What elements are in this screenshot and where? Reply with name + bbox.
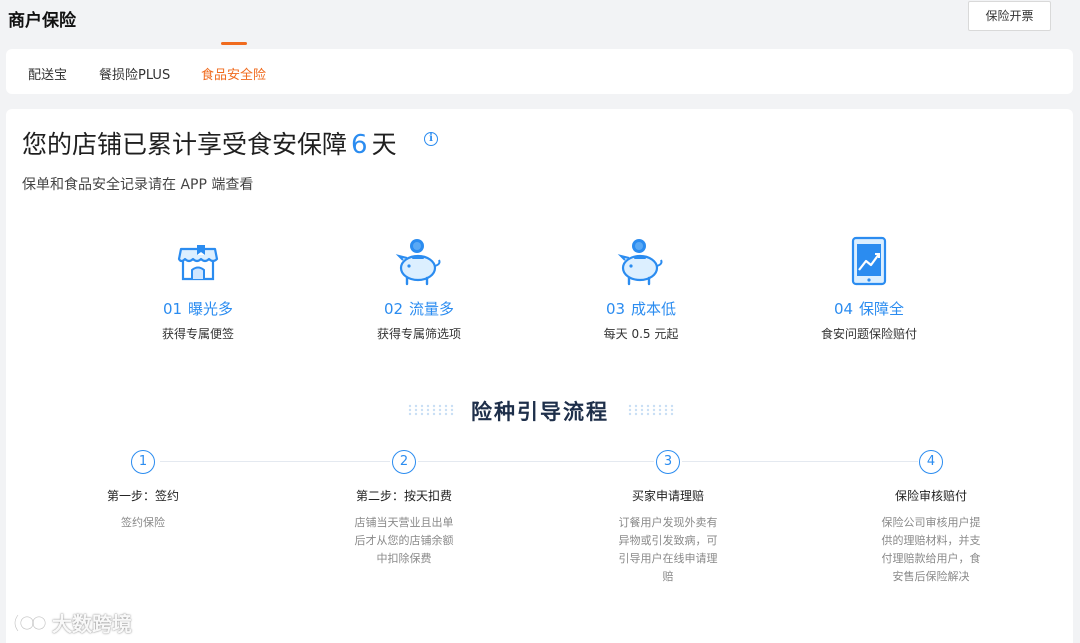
step-description: 签约保险 — [121, 516, 165, 529]
benefit-label: 保障全 — [859, 300, 905, 318]
tablet-chart-icon — [851, 236, 887, 286]
tab-meal-damage-plus[interactable]: 餐损险PLUS — [99, 64, 170, 83]
flow-step-2: 2 第二步：按天扣费 店铺当天营业且出单后才从您的店铺余额中扣除保费 — [314, 450, 494, 568]
step-title: 第二步：按天扣费 — [355, 489, 452, 503]
step-number: 2 — [392, 450, 416, 474]
protection-headline: 您的店铺已累计享受食安保障 6 天 — [22, 125, 397, 161]
app-hint: 保单和食品安全记录请在 APP 端查看 — [22, 177, 254, 193]
flow-step-1: 1 第一步：签约 签约保险 — [53, 450, 233, 532]
benefit-description: 食安问题保险赔付 — [820, 327, 917, 341]
tab-delivery-insurance[interactable]: 配送宝 — [28, 64, 67, 83]
benefit-number: 01 — [162, 300, 183, 318]
benefit-description: 每天 0.5 元起 — [603, 327, 679, 341]
tab-food-safety[interactable]: 食品安全险 — [201, 64, 266, 83]
insurance-invoice-button[interactable]: 保险开票 — [968, 1, 1051, 31]
benefit-description: 获得专属筛选项 — [376, 327, 461, 341]
step-title: 第一步：签约 — [106, 489, 179, 503]
flow-step-3: 3 买家申请理赔 订餐用户发现外卖有异物或引发致病，可引导用户在线申请理赔 — [578, 450, 758, 586]
step-number: 4 — [919, 450, 943, 474]
benefit-label: 流量多 — [409, 300, 455, 318]
benefit-title: 01 曝光多 — [98, 298, 298, 319]
benefit-title: 04 保障全 — [769, 298, 969, 319]
benefit-number: 02 — [383, 300, 404, 318]
piggy-bank-icon — [617, 239, 663, 286]
benefit-number: 03 — [605, 300, 626, 318]
benefit-low-cost: 03 成本低 每天 0.5 元起 — [541, 232, 741, 342]
headline-prefix: 您的店铺已累计享受食安保障 — [22, 130, 348, 159]
headline-suffix: 天 — [371, 130, 397, 159]
benefit-label: 成本低 — [631, 300, 677, 318]
step-title: 保险审核赔付 — [894, 489, 967, 503]
step-description: 订餐用户发现外卖有异物或引发致病，可引导用户在线申请理赔 — [618, 516, 718, 583]
benefit-label: 曝光多 — [188, 300, 234, 318]
shop-icon — [177, 245, 219, 281]
benefit-traffic: 02 流量多 获得专属筛选项 — [319, 232, 519, 342]
watermark-logo-icon — [13, 613, 46, 632]
watermark: 大数跨境 — [10, 608, 132, 637]
active-tab-indicator — [221, 42, 247, 45]
step-number: 1 — [131, 450, 155, 474]
watermark-text: 大数跨境 — [52, 612, 132, 636]
insurance-tabs: 配送宝 餐损险PLUS 食品安全险 — [6, 49, 1073, 94]
dots-decoration-right — [628, 404, 674, 416]
page-title: 商户保险 — [8, 11, 76, 31]
benefit-title: 03 成本低 — [541, 298, 741, 319]
flow-title: 险种引导流程 — [471, 400, 609, 424]
benefit-full-coverage: 04 保障全 食安问题保险赔付 — [769, 232, 969, 342]
benefit-title: 02 流量多 — [319, 298, 519, 319]
info-icon[interactable]: i — [424, 132, 438, 146]
flow-step-4: 4 保险审核赔付 保险公司审核用户提供的理赔材料，并支付理赔款给用户，食安售后保… — [841, 450, 1021, 586]
page-header: 商户保险 保险开票 — [0, 0, 1080, 44]
step-title: 买家申请理赔 — [631, 489, 704, 503]
step-description: 店铺当天营业且出单后才从您的店铺余额中扣除保费 — [354, 516, 454, 565]
step-description: 保险公司审核用户提供的理赔材料，并支付理赔款给用户，食安售后保险解决 — [881, 516, 981, 583]
benefit-exposure: 01 曝光多 获得专属便签 — [98, 232, 298, 342]
piggy-bank-icon — [395, 239, 441, 286]
protection-days: 6 — [351, 130, 368, 160]
step-number: 3 — [656, 450, 680, 474]
benefit-description: 获得专属便签 — [161, 327, 234, 341]
benefit-number: 04 — [833, 300, 854, 318]
